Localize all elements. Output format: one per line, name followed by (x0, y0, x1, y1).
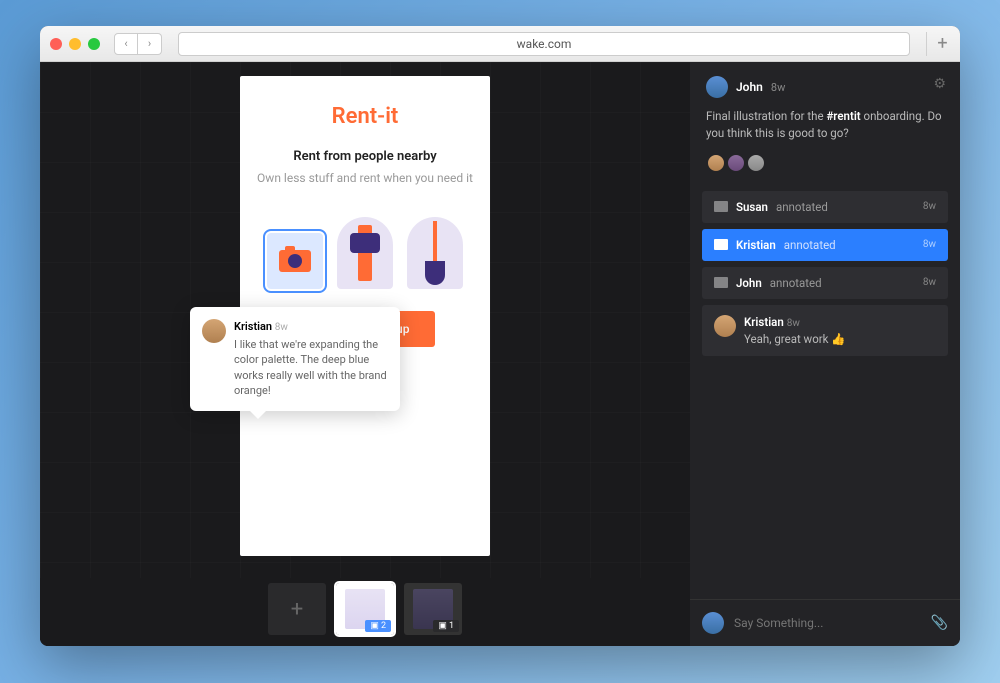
new-tab-button[interactable]: + (926, 32, 950, 56)
avatar (702, 612, 724, 634)
brand-title: Rent-it (332, 104, 399, 129)
annotation-item-selected[interactable]: Kristian annotated 8w (702, 229, 948, 261)
post-author: John (736, 80, 763, 94)
url-bar[interactable]: wake.com (178, 32, 910, 56)
viewer-avatar[interactable] (706, 153, 726, 173)
annotation-timestamp: 8w (923, 201, 936, 212)
viewers-row (706, 153, 944, 173)
annotation-timestamp: 8w (923, 239, 936, 250)
thumbnail-strip: + ▣ 2 ▣ 1 (40, 578, 690, 646)
post-header: John 8w Final illustration for the #rent… (690, 62, 960, 183)
composer: 📎 (690, 599, 960, 646)
maximize-window-button[interactable] (88, 38, 100, 50)
annotation-timestamp: 8w (923, 277, 936, 288)
drill-icon (350, 225, 380, 281)
comment-author: Kristian (744, 315, 784, 329)
post-author-row: John 8w (706, 76, 944, 98)
shovel-icon (423, 221, 447, 285)
annotation-count-badge: ▣ 2 (365, 620, 391, 632)
avatar (202, 319, 226, 343)
back-button[interactable]: ‹ (114, 33, 138, 55)
sidebar: ⚙ John 8w Final illustration for the #re… (690, 62, 960, 646)
illustration-row (267, 217, 463, 289)
annotation-icon (714, 239, 728, 250)
minimize-window-button[interactable] (69, 38, 81, 50)
annotation-body: I like that we're expanding the color pa… (234, 337, 388, 399)
post-timestamp: 8w (771, 81, 785, 94)
annotation-timestamp: 8w (275, 322, 288, 333)
annotation-action: annotated (776, 200, 828, 214)
comment-text: Yeah, great work 👍 (744, 332, 846, 346)
nav-buttons: ‹ › (114, 33, 162, 55)
canvas-area: Rent-it Rent from people nearby Own less… (40, 62, 690, 646)
annotation-item[interactable]: John annotated 8w (702, 267, 948, 299)
viewer-avatar[interactable] (726, 153, 746, 173)
thumbnail-2[interactable]: ▣ 1 (404, 583, 462, 635)
annotation-item[interactable]: Susan annotated 8w (702, 191, 948, 223)
viewer-avatar[interactable] (746, 153, 766, 173)
annotation-count-badge: ▣ 1 (433, 620, 459, 632)
annotation-author: Kristian (234, 320, 272, 333)
annotation-popup: Kristian 8w I like that we're expanding … (190, 307, 400, 411)
illustration-camera[interactable] (267, 233, 323, 289)
hashtag[interactable]: #rentit (826, 109, 860, 123)
annotation-text: Kristian 8w I like that we're expanding … (234, 319, 388, 399)
comment-input[interactable] (734, 616, 921, 630)
annotation-action: annotated (784, 238, 836, 252)
annotation-icon (714, 277, 728, 288)
artboard-headline: Rent from people nearby (293, 149, 436, 164)
thumbnail-1[interactable]: ▣ 2 (336, 583, 394, 635)
avatar (714, 315, 736, 337)
settings-icon[interactable]: ⚙ (933, 76, 946, 92)
comment-item: Kristian 8w Yeah, great work 👍 (702, 305, 948, 356)
canvas-main[interactable]: Rent-it Rent from people nearby Own less… (40, 62, 690, 578)
camera-icon (279, 250, 311, 272)
avatar (706, 76, 728, 98)
attachment-icon[interactable]: 📎 (931, 615, 948, 631)
illustration-drill (337, 217, 393, 289)
close-window-button[interactable] (50, 38, 62, 50)
app-body: Rent-it Rent from people nearby Own less… (40, 62, 960, 646)
comment-timestamp: 8w (787, 318, 800, 329)
annotation-author: Kristian (736, 238, 776, 252)
browser-toolbar: ‹ › wake.com + (40, 26, 960, 62)
annotation-list: Susan annotated 8w Kristian annotated 8w… (690, 183, 960, 364)
traffic-lights (50, 38, 100, 50)
browser-window: ‹ › wake.com + Rent-it Rent from people … (40, 26, 960, 646)
forward-button[interactable]: › (138, 33, 162, 55)
add-artboard-button[interactable]: + (268, 583, 326, 635)
annotation-author: Susan (736, 200, 768, 214)
annotation-author: John (736, 276, 762, 290)
artboard-subline: Own less stuff and rent when you need it (257, 170, 473, 187)
illustration-shovel (407, 217, 463, 289)
annotation-icon (714, 201, 728, 212)
post-description: Final illustration for the #rentit onboa… (706, 108, 944, 143)
annotation-action: annotated (770, 276, 822, 290)
